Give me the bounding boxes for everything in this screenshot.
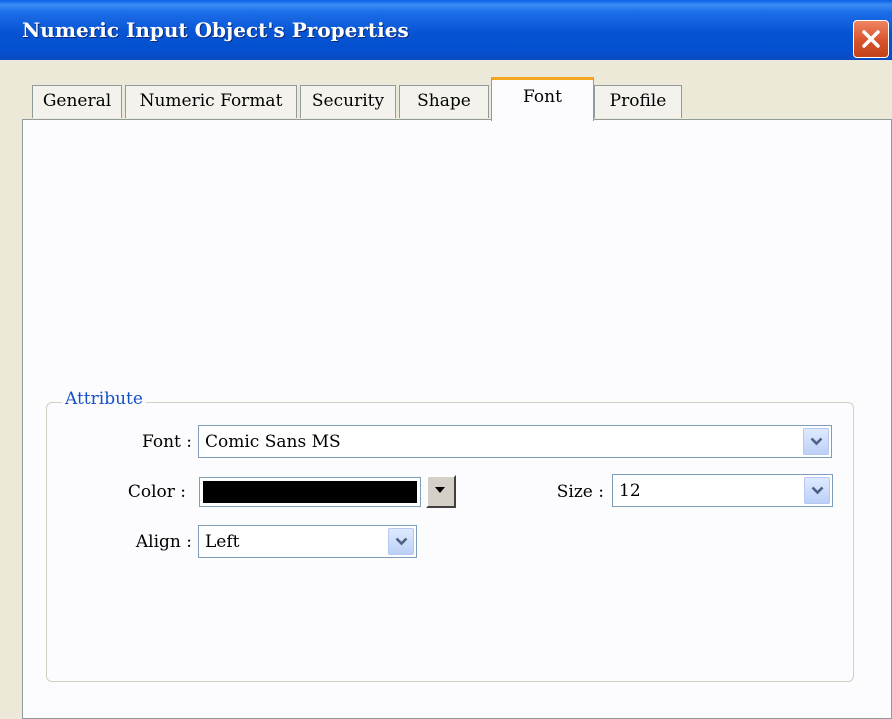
tab-label: General [42,91,112,111]
font-label: Font : [141,432,192,452]
close-button[interactable] [853,20,889,58]
tab-security[interactable]: Security [300,85,396,118]
size-dropdown-button[interactable] [804,477,830,504]
color-picker-field[interactable] [199,477,421,507]
align-select-value: Left [205,532,240,552]
color-swatch [203,481,417,503]
font-select[interactable]: Comic Sans MS [198,425,832,458]
color-dropdown-button[interactable] [426,475,456,508]
align-label: Align : [135,532,192,552]
close-icon [862,30,880,48]
size-select-value: 12 [619,481,641,501]
tab-label: Profile [609,91,667,111]
tab-numeric-format[interactable]: Numeric Format [125,85,297,118]
tab-strip: General Numeric Format Security Shape Fo… [0,60,892,121]
tab-font[interactable]: Font [491,77,594,121]
font-dropdown-button[interactable] [803,428,829,455]
align-select[interactable]: Left [198,525,417,558]
size-label: Size : [556,482,604,502]
window-title: Numeric Input Object's Properties [22,18,409,42]
chevron-down-icon [811,486,824,495]
tab-shape[interactable]: Shape [399,85,489,118]
chevron-down-icon [810,437,823,446]
font-select-value: Comic Sans MS [205,432,341,452]
title-bar[interactable]: Numeric Input Object's Properties [0,0,892,60]
triangle-down-icon [435,487,445,493]
size-select[interactable]: 12 [612,474,833,507]
color-label: Color : [127,482,186,502]
tab-label: Numeric Format [139,91,283,111]
tab-label: Font [523,87,562,107]
tab-label: Shape [417,91,471,111]
tab-label: Security [311,91,385,111]
tab-general[interactable]: General [32,85,122,118]
tab-profile[interactable]: Profile [594,85,682,118]
align-dropdown-button[interactable] [388,528,414,555]
attribute-legend: Attribute [62,389,146,409]
chevron-down-icon [395,537,408,546]
